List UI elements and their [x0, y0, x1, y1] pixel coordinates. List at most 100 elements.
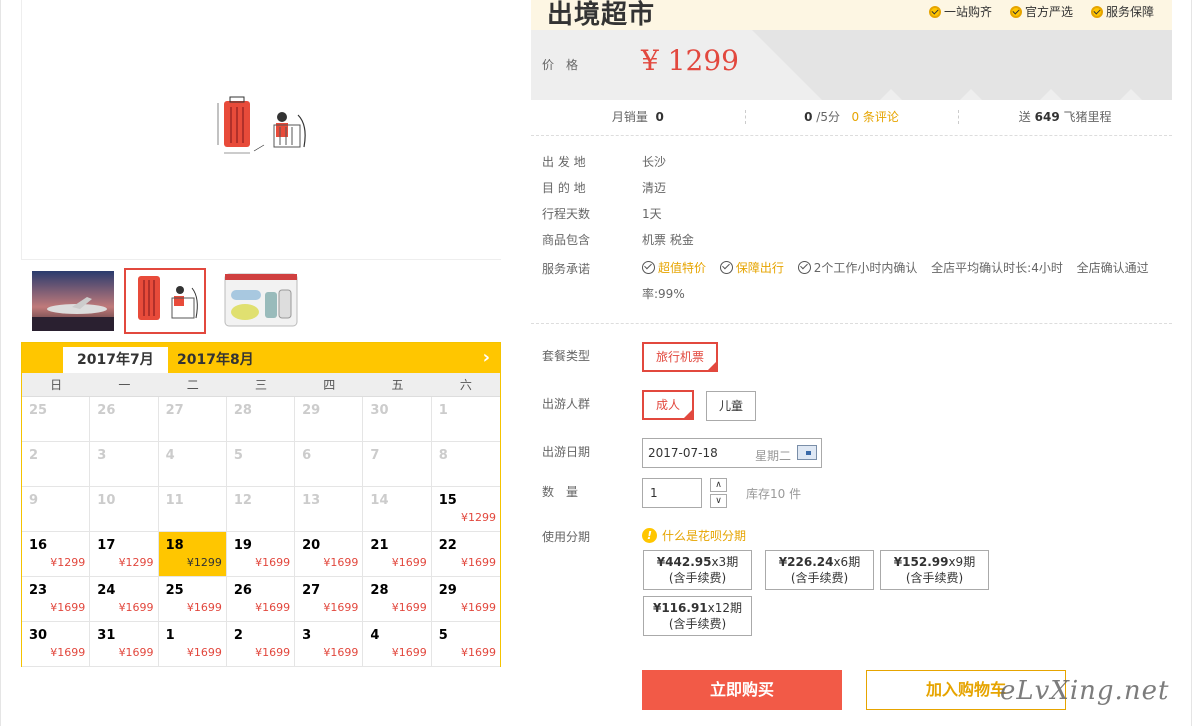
calendar-day-selected[interactable]: 18 ¥1299 — [158, 532, 227, 577]
calendar-day[interactable]: 22 ¥1699 — [431, 532, 500, 577]
calendar-day[interactable]: 2 ¥1699 — [226, 622, 296, 667]
badge-service: 服务保障 — [1090, 3, 1154, 20]
calendar-day: 1 — [431, 397, 500, 442]
calendar-day: 6 — [295, 442, 364, 487]
day-price: ¥1299 — [118, 556, 154, 569]
price-label: 价格 — [542, 58, 591, 72]
installment-option-12[interactable]: ¥116.91x12期 (含手续费) — [643, 596, 752, 636]
calendar-day[interactable]: 31 ¥1699 — [90, 622, 159, 667]
price-panel: 价格 ¥ 1299 — [531, 30, 1172, 100]
day-number: 25 — [165, 583, 184, 598]
calendar-day: 5 — [226, 442, 296, 487]
calendar-day: 8 — [431, 442, 500, 487]
day-number: 1 — [438, 403, 448, 418]
calendar-day: 10 — [90, 487, 159, 532]
day-number: 1 — [165, 628, 175, 643]
day-number: 10 — [97, 493, 116, 508]
calendar-day[interactable]: 21 ¥1699 — [363, 532, 432, 577]
calendar-day[interactable]: 3 ¥1699 — [295, 622, 364, 667]
calendar-day[interactable]: 1 ¥1699 — [158, 622, 227, 667]
calendar-day[interactable]: 20 ¥1699 — [295, 532, 364, 577]
day-number: 23 — [29, 583, 48, 598]
day-price: ¥1699 — [460, 556, 496, 569]
day-number: 30 — [29, 628, 48, 643]
check-badge-icon — [928, 5, 941, 18]
day-number: 11 — [165, 493, 184, 508]
watermark: eLvXing.net — [1000, 676, 1170, 706]
calendar-day: 2 — [22, 442, 91, 487]
day-number: 21 — [370, 538, 389, 553]
day-number: 20 — [302, 538, 321, 553]
calendar-day[interactable]: 15 ¥1299 — [431, 487, 500, 532]
huabei-help-link[interactable]: ! 什么是花呗分期 — [642, 527, 746, 544]
thumbnail-toiletry-bag[interactable] — [221, 268, 303, 334]
brand-bar: 出境超市 一站购齐 官方严选 服务保障 — [531, 0, 1172, 30]
day-number: 17 — [97, 538, 116, 553]
calendar-day: 27 — [158, 397, 227, 442]
day-number: 13 — [302, 493, 321, 508]
calendar-day[interactable]: 16 ¥1299 — [22, 532, 91, 577]
tab-month-august[interactable]: 2017年8月 — [163, 347, 268, 373]
day-price: ¥1699 — [186, 601, 222, 614]
travel-date-input[interactable]: 2017-07-18 星期二 — [642, 438, 822, 468]
reviews-link[interactable]: 0 条评论 — [851, 110, 898, 124]
day-number: 28 — [233, 403, 252, 418]
luggage-illustration — [217, 96, 306, 153]
calendar-day[interactable]: 4 ¥1699 — [363, 622, 432, 667]
crowd-option-child[interactable]: 儿童 — [706, 391, 757, 421]
chevron-right-icon[interactable]: › — [483, 347, 490, 368]
day-price: ¥1699 — [323, 601, 359, 614]
price-value: ¥ 1299 — [641, 44, 739, 77]
day-number: 27 — [302, 583, 321, 598]
calendar-day[interactable]: 19 ¥1699 — [226, 532, 296, 577]
brand-logo: 出境超市 — [547, 0, 656, 30]
day-price: ¥1699 — [460, 646, 496, 659]
tab-month-july[interactable]: 2017年7月 — [63, 347, 168, 373]
day-number: 24 — [97, 583, 116, 598]
day-price: ¥1699 — [50, 646, 86, 659]
day-price: ¥1699 — [391, 556, 427, 569]
calendar-day[interactable]: 30 ¥1699 — [22, 622, 91, 667]
installment-option-3[interactable]: ¥442.95x3期 (含手续费) — [643, 550, 752, 590]
promise-item: 超值特价 — [642, 255, 706, 281]
calendar-day: 3 — [90, 442, 159, 487]
thumbnail-airplane[interactable] — [32, 271, 114, 331]
stats-row: 月销量 0 0 /5分 0 条评论 送 649 飞猪里程 — [531, 103, 1172, 136]
buy-now-button[interactable]: 立即购买 — [642, 670, 842, 710]
day-number: 31 — [97, 628, 116, 643]
section-divider — [531, 323, 1172, 324]
thumbnail-luggage[interactable] — [124, 268, 206, 334]
installment-option-6[interactable]: ¥226.24x6期 (含手续费) — [765, 550, 874, 590]
calendar-day[interactable]: 24 ¥1699 — [90, 577, 159, 622]
day-number: 22 — [438, 538, 457, 553]
quantity-label: 数 量 — [542, 485, 579, 499]
day-number: 12 — [233, 493, 252, 508]
day-price: ¥1699 — [186, 646, 222, 659]
calendar-day[interactable]: 25 ¥1699 — [158, 577, 227, 622]
badge-one-stop: 一站购齐 — [928, 3, 992, 20]
day-number: 29 — [438, 583, 457, 598]
day-number: 29 — [302, 403, 321, 418]
calendar-day[interactable]: 17 ¥1299 — [90, 532, 159, 577]
calendar-day: 14 — [363, 487, 432, 532]
product-info: 出 发 地长沙 目 的 地清迈 行程天数 1天 商品包含 机票 税金 — [542, 152, 1162, 256]
info-row-days: 行程天数 1天 — [542, 207, 662, 221]
package-option-flight[interactable]: 旅行机票 — [642, 342, 719, 372]
installment-label: 使用分期 — [542, 530, 591, 544]
decrement-button[interactable]: ∨ — [710, 494, 727, 508]
calendar-icon[interactable] — [797, 445, 817, 460]
calendar-day[interactable]: 23 ¥1699 — [22, 577, 91, 622]
crowd-option-adult[interactable]: 成人 — [642, 390, 695, 420]
rating-summary: 0 /5分 0 条评论 — [744, 103, 959, 135]
calendar-day[interactable]: 28 ¥1699 — [363, 577, 432, 622]
day-number: 28 — [370, 583, 389, 598]
installment-option-9[interactable]: ¥152.99x9期 (含手续费) — [880, 550, 989, 590]
calendar-day[interactable]: 26 ¥1699 — [226, 577, 296, 622]
calendar-day[interactable]: 27 ¥1699 — [295, 577, 364, 622]
calendar-day[interactable]: 29 ¥1699 — [431, 577, 500, 622]
promise-items: 超值特价 保障出行 2个工作小时内确认 全店平均确认时长:4小时 全店确认通过率… — [642, 255, 1162, 307]
calendar-day[interactable]: 5 ¥1699 — [431, 622, 500, 667]
increment-button[interactable]: ∧ — [710, 478, 727, 492]
quantity-input[interactable]: 1 — [642, 478, 702, 508]
day-price: ¥1699 — [255, 556, 291, 569]
